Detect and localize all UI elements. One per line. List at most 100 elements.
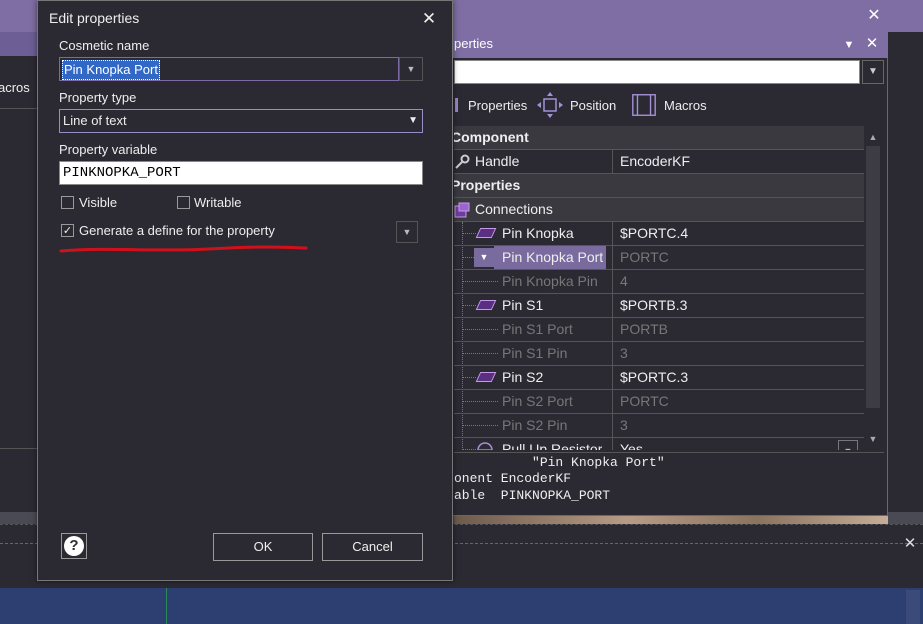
row-value[interactable]: PORTC [612,390,864,413]
grid-row[interactable]: Pin Knopka $PORTC.4 [454,222,864,246]
grid-row-connections[interactable]: Connections [454,198,864,222]
row-value[interactable]: 4 [612,270,864,293]
help-button[interactable]: ? [61,533,87,559]
grid-row[interactable]: Pin Knopka Pin 4 [454,270,864,294]
row-name: Pin S2 [502,369,544,385]
tab-position-label: Position [570,97,617,113]
grid-scrollbar-thumb[interactable] [866,146,880,408]
handle-value[interactable]: EncoderKF [612,150,864,173]
main-window-close-icon[interactable]: ✕ [864,6,884,26]
row-name: Pin S1 Pin [502,345,568,361]
pin-icon [475,228,497,238]
description-line: able PINKNOPKA_PORT [454,488,611,503]
connections-icon [454,202,470,221]
cosmetic-name-value: Pin Knopka Port [62,60,160,80]
cosmetic-name-label: Cosmetic name [59,38,150,53]
tree-branch [462,401,498,402]
row-name: Pin S2 Pin [502,417,568,433]
grid-row-selected[interactable]: ▼ Pin Knopka Port PORTC [454,246,864,270]
property-description: "Pin Knopka Port" onent EncoderKF able P… [454,452,884,512]
property-grid: Component Handle EncoderKF Properties Co… [454,126,864,450]
visible-label[interactable]: Visible [79,195,117,210]
property-variable-label: Property variable [59,142,158,157]
tree-branch [462,353,498,354]
description-line: "Pin Knopka Port" [454,455,665,470]
tree-branch [462,305,476,306]
row-value[interactable]: Yes [612,438,864,450]
row-name: Pin Knopka [502,225,574,241]
position-icon [536,91,564,119]
timeline-scrollbar[interactable] [906,590,920,624]
tab-properties[interactable]: Properties [454,90,527,120]
tab-position[interactable]: Position [536,90,616,120]
grid-row[interactable]: Pull Up Resistor Yes ▼ [454,438,864,450]
grid-row[interactable]: Pin S1 $PORTB.3 [454,294,864,318]
tree-branch [462,329,498,330]
ok-button[interactable]: OK [213,533,313,561]
tree-branch [462,377,476,378]
property-variable-input[interactable]: PINKNOPKA_PORT [59,161,423,185]
row-name: Pin Knopka Port [502,249,604,265]
row-value[interactable]: 3 [612,342,864,365]
generate-define-checkbox[interactable]: ✓ [61,224,74,237]
row-value[interactable]: 3 [612,414,864,437]
cosmetic-name-dropdown-icon[interactable]: ▼ [399,57,423,81]
writable-checkbox[interactable] [177,196,190,209]
properties-panel-title: perties [454,36,494,51]
left-panel-tab[interactable] [0,32,38,56]
visible-checkbox[interactable] [61,196,74,209]
tab-macros[interactable]: Macros [630,90,707,120]
value-dropdown-arrow-icon[interactable]: ▼ [838,440,858,450]
row-value[interactable]: $PORTC.4 [612,222,864,245]
grid-row[interactable]: Pin S2 Pin 3 [454,414,864,438]
left-panel-macros-label[interactable]: acros [0,80,38,100]
expand-triangle-icon[interactable]: ▼ [474,248,494,267]
property-type-value: Line of text [63,113,127,128]
tab-properties-label: Properties [468,97,528,113]
row-name: Pin S1 Port [502,321,573,337]
component-selector[interactable] [454,60,860,84]
timeline-area[interactable] [0,588,923,624]
grid-row[interactable]: Pin S2 Port PORTC [454,390,864,414]
property-type-select[interactable]: Line of text ▼ [59,109,423,133]
row-value[interactable]: $PORTB.3 [612,294,864,317]
dialog-close-icon[interactable]: ✕ [420,10,438,28]
tree-branch [462,425,498,426]
cancel-button[interactable]: Cancel [322,533,423,561]
left-panel-divider-bottom [0,448,38,449]
category-properties[interactable]: Properties [454,174,864,198]
properties-panel-titlebar [438,32,888,58]
grid-row[interactable]: Pin S1 Pin 3 [454,342,864,366]
red-underline-annotation [59,245,308,253]
macros-icon [630,91,658,119]
row-value[interactable]: $PORTC.3 [612,366,864,389]
scroll-down-arrow-icon[interactable]: ▼ [866,432,880,446]
dialog-title: Edit properties [49,10,140,26]
category-component[interactable]: Component [454,126,864,150]
wrench-icon [454,154,470,173]
writable-label[interactable]: Writable [194,195,241,210]
resistor-icon [476,441,494,450]
edit-properties-dialog [37,0,453,581]
category-properties-label: Properties [454,177,521,193]
generate-define-dropdown-icon[interactable]: ▼ [396,221,418,243]
grid-row-handle[interactable]: Handle EncoderKF [454,150,864,174]
tree-branch [462,281,498,282]
scroll-up-arrow-icon[interactable]: ▲ [866,130,880,144]
row-value[interactable]: PORTB [612,318,864,341]
cosmetic-name-input[interactable]: Pin Knopka Port [59,57,399,81]
handle-label: Handle [475,153,520,169]
category-component-label: Component [454,129,529,145]
tree-branch [462,449,476,450]
generate-define-label[interactable]: Generate a define for the property [79,223,275,238]
left-panel-divider [0,108,38,109]
tab-macros-label: Macros [664,97,707,113]
grid-row[interactable]: Pin S1 Port PORTB [454,318,864,342]
component-selector-arrow-icon[interactable]: ▼ [862,60,884,84]
panel-close-icon[interactable]: ✕ [864,36,880,52]
row-value[interactable]: PORTC [612,246,864,269]
grid-row[interactable]: Pin S2 $PORTC.3 [454,366,864,390]
output-panel-close-icon[interactable]: ✕ [902,536,918,552]
panel-menu-triangle-icon[interactable]: ▼ [842,38,856,52]
row-name: Pin S2 Port [502,393,573,409]
